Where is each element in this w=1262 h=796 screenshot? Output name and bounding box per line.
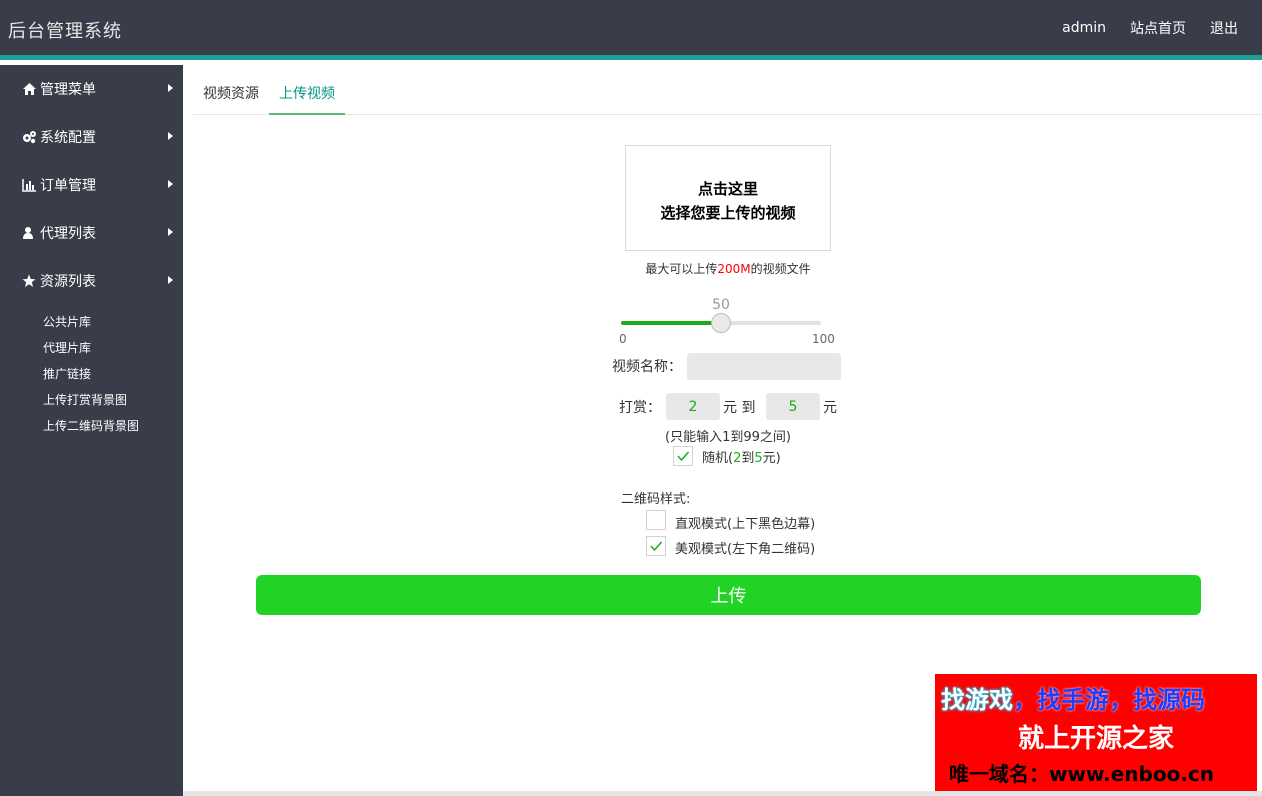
header-accent-bar — [0, 55, 1262, 60]
sidebar-item-system-config[interactable]: 系统配置 — [0, 113, 183, 161]
promo-part2: 找手游 — [1037, 686, 1109, 714]
sidebar-item-label: 订单管理 — [40, 178, 96, 194]
sidebar-item-orders[interactable]: 订单管理 — [0, 161, 183, 209]
tab-bar: 视频资源 上传视频 — [193, 72, 1262, 115]
qr-style-label: 二维码样式: — [621, 492, 691, 507]
caret-right-icon — [168, 276, 173, 284]
promo-line2: 就上开源之家 — [1017, 724, 1174, 754]
app-title: 后台管理系统 — [8, 21, 122, 42]
submenu-upload-reward-bg[interactable]: 上传打赏背景图 — [0, 387, 183, 413]
promo-part1: 找游戏 — [941, 686, 1013, 714]
user-icon — [22, 226, 37, 240]
sidebar-item-label: 系统配置 — [40, 130, 96, 146]
user-link-admin[interactable]: admin — [1062, 20, 1106, 36]
hint-prefix: 最大可以上传 — [645, 262, 718, 276]
promo-part3: 找源码 — [1133, 686, 1205, 714]
hint-size: 200M — [717, 262, 751, 276]
slider-value-label: 50 — [712, 297, 730, 313]
sidebar: 管理菜单 系统配置 订单管理 代理列表 资源列表 公共片库 代理片库 推广链接 … — [0, 65, 183, 796]
caret-right-icon — [168, 180, 173, 188]
check-icon — [650, 541, 663, 552]
slider-max-label: 100 — [812, 332, 835, 346]
home-icon — [22, 82, 37, 96]
reward-label: 打赏： — [619, 400, 661, 416]
submenu-promo-link[interactable]: 推广链接 — [0, 361, 183, 387]
reward-min-input[interactable] — [666, 393, 720, 420]
bar-chart-icon — [22, 178, 37, 192]
quality-slider[interactable] — [621, 313, 821, 333]
tab-upload-video[interactable]: 上传视频 — [269, 72, 345, 115]
reward-max-input[interactable] — [766, 393, 820, 420]
promo-line3: 唯一域名：www.enboo.cn — [949, 762, 1215, 786]
site-home-link[interactable]: 站点首页 — [1130, 18, 1186, 38]
reward-unit-label: 元 — [823, 400, 837, 416]
promo-comma1: ， — [1013, 686, 1037, 714]
resources-submenu: 公共片库 代理片库 推广链接 上传打赏背景图 上传二维码背景图 — [0, 305, 183, 439]
upload-submit-button[interactable]: 上传 — [256, 575, 1201, 615]
promo-comma2: ， — [1109, 686, 1133, 714]
caret-right-icon — [168, 132, 173, 140]
promo-line1: 找游戏，找手游，找源码 — [941, 680, 1205, 715]
reward-range-note: (只能输入1到99之间) — [665, 430, 791, 445]
top-nav: admin 站点首页 退出 — [1038, 0, 1238, 55]
submenu-upload-qr-bg[interactable]: 上传二维码背景图 — [0, 413, 183, 439]
qr-option-beautiful-label: 美观模式(左下角二维码) — [675, 542, 816, 557]
sidebar-item-label: 管理菜单 — [40, 82, 96, 98]
random-mid: 到 — [741, 451, 755, 466]
submenu-public-library[interactable]: 公共片库 — [0, 309, 183, 335]
star-icon — [22, 274, 37, 288]
slider-fill — [621, 321, 721, 325]
file-upload-area[interactable]: 点击这里 选择您要上传的视频 — [625, 145, 831, 251]
slider-handle[interactable] — [711, 313, 731, 333]
submenu-agent-library[interactable]: 代理片库 — [0, 335, 183, 361]
slider-min-label: 0 — [619, 332, 627, 346]
sidebar-item-label: 代理列表 — [40, 226, 96, 242]
sidebar-item-agents[interactable]: 代理列表 — [0, 209, 183, 257]
qr-option-intuitive-checkbox[interactable] — [646, 510, 666, 530]
upload-box-line2: 选择您要上传的视频 — [660, 204, 796, 222]
sidebar-item-label: 资源列表 — [40, 274, 96, 290]
logout-link[interactable]: 退出 — [1210, 18, 1238, 38]
video-name-label: 视频名称： — [612, 359, 682, 375]
bottom-scrollbar-track — [183, 791, 1262, 796]
gears-icon — [22, 130, 37, 144]
promo-banner: 找游戏，找手游，找源码 就上开源之家 唯一域名：www.enboo.cn — [935, 674, 1257, 791]
top-header: 后台管理系统 admin 站点首页 退出 — [0, 0, 1262, 60]
caret-right-icon — [168, 84, 173, 92]
random-checkbox[interactable] — [673, 446, 693, 466]
reward-to-label: 元 到 — [723, 400, 756, 416]
tab-video-resources[interactable]: 视频资源 — [193, 72, 269, 114]
check-icon — [677, 451, 690, 462]
sidebar-item-manage-menu[interactable]: 管理菜单 — [0, 65, 183, 113]
random-max: 5 — [754, 451, 763, 466]
upload-size-hint: 最大可以上传200M的视频文件 — [560, 260, 896, 277]
hint-suffix: 的视频文件 — [750, 262, 811, 276]
random-checkbox-label: 随机(2到5元) — [702, 447, 781, 466]
qr-option-beautiful-checkbox[interactable] — [646, 536, 666, 556]
random-prefix: 随机( — [702, 451, 734, 466]
sidebar-item-resources[interactable]: 资源列表 — [0, 257, 183, 305]
upload-box-line1: 点击这里 — [697, 180, 758, 198]
caret-right-icon — [168, 228, 173, 236]
qr-option-intuitive-label: 直观模式(上下黑色边幕) — [675, 517, 816, 532]
random-suffix: 元) — [762, 451, 781, 466]
video-name-input[interactable] — [687, 353, 841, 380]
